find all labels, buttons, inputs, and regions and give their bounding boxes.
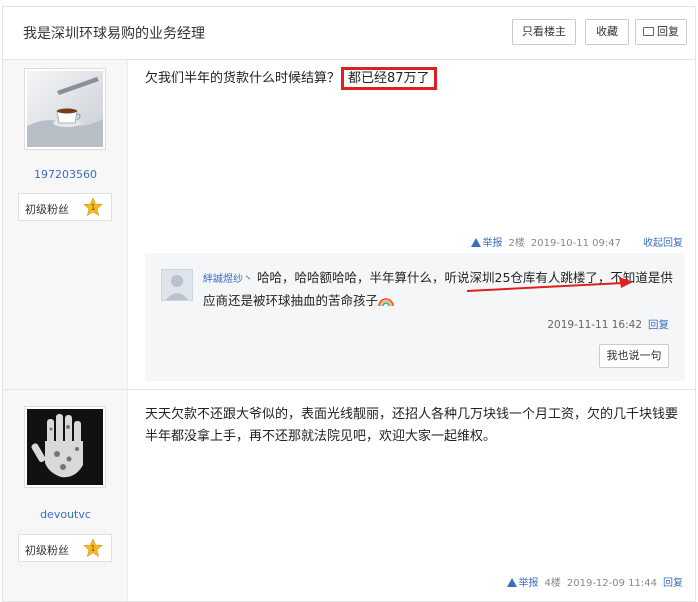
floor-number: 2楼 [508, 238, 525, 249]
rainbow-emoji-icon [378, 298, 394, 306]
report-label: 举报 [482, 238, 503, 249]
post-timestamp: 2019-12-09 11:44 [566, 578, 657, 589]
post-meta: 举报 2楼 2019-10-11 09:47 收起回复 [465, 234, 683, 249]
highlighted-text: 都已经87万了 [341, 67, 437, 90]
post-timestamp: 2019-10-11 09:47 [530, 238, 621, 249]
level-number: 1 [91, 203, 96, 212]
sub-reply-link[interactable]: 回复 [648, 319, 669, 331]
only-op-button[interactable]: 只看楼主 [512, 19, 576, 45]
fan-level-label: 初级粉丝 [25, 203, 69, 216]
default-user-icon [166, 275, 188, 300]
thread-title: 我是深圳环球易购的业务经理 [23, 26, 205, 42]
report-link[interactable]: 举报 [465, 238, 503, 249]
post-content: 欠我们半年的货款什么时候结算？ 都已经87万了 [145, 67, 685, 90]
comment-icon [643, 27, 654, 36]
post-floor-4: devoutvc 初级粉丝 1 天天欠款不还跟大爷似的，表面光线靓丽，还招人各种… [2, 390, 696, 602]
hand-avatar-image [27, 409, 103, 485]
post-meta: 举报 4楼 2019-12-09 11:44 回复 [501, 574, 683, 589]
thread-header: 我是深圳环球易购的业务经理 只看楼主 收藏 回复 [2, 6, 696, 60]
sub-reply-box: 絆誠煜纱丶 哈哈，哈哈额哈哈，半年算什么，听说深圳25仓库有人跳楼了，不知道是供应… [145, 253, 685, 381]
level-number: 1 [91, 544, 96, 553]
reply-link[interactable]: 回复 [663, 578, 683, 589]
warning-icon [506, 578, 517, 587]
floor-number: 4楼 [544, 578, 561, 589]
fan-level-badge: 初级粉丝 1 [18, 534, 112, 562]
report-label: 举报 [518, 578, 539, 589]
reply-button-label: 回复 [657, 26, 679, 38]
fan-level-label: 初级粉丝 [25, 544, 69, 557]
post-text: 欠我们半年的货款什么时候结算？ [145, 71, 341, 86]
author-sidebar: 197203560 初级粉丝 1 [3, 60, 128, 389]
thread-page: 我是深圳环球易购的业务经理 只看楼主 收藏 回复 197203560 初级粉丝 … [0, 0, 698, 602]
post-floor-2: 197203560 初级粉丝 1 欠我们半年的货款什么时候结算？ 都已经87万了 … [2, 60, 696, 390]
star-level-icon: 1 [83, 197, 103, 217]
post-content: 天天欠款不还跟大爷似的，表面光线靓丽，还招人各种几万块钱一个月工资，欠的几千块钱… [145, 407, 679, 444]
username[interactable]: devoutvc [3, 508, 128, 521]
warning-icon [470, 238, 481, 247]
star-level-icon: 1 [83, 538, 103, 558]
red-arrow-annotation [466, 277, 633, 292]
username[interactable]: 197203560 [3, 168, 128, 181]
reply-timestamp: 2019-11-11 16:42 [547, 319, 642, 331]
avatar[interactable] [24, 406, 106, 488]
report-link[interactable]: 举报 [501, 578, 539, 589]
collapse-reply-link[interactable]: 收起回复 [643, 238, 683, 249]
fan-level-badge: 初级粉丝 1 [18, 193, 112, 221]
sub-reply-meta: 2019-11-11 16:42 回复 [547, 317, 669, 332]
reply-avatar[interactable] [161, 269, 193, 301]
say-something-button[interactable]: 我也说一句 [599, 344, 669, 368]
favorite-button[interactable]: 收藏 [585, 19, 629, 45]
avatar[interactable] [24, 68, 106, 150]
teacup-avatar-image [27, 71, 103, 147]
author-sidebar: devoutvc 初级粉丝 1 [3, 390, 128, 602]
reply-button[interactable]: 回复 [635, 19, 687, 45]
reply-author[interactable]: 絆誠煜纱丶 [203, 274, 253, 285]
